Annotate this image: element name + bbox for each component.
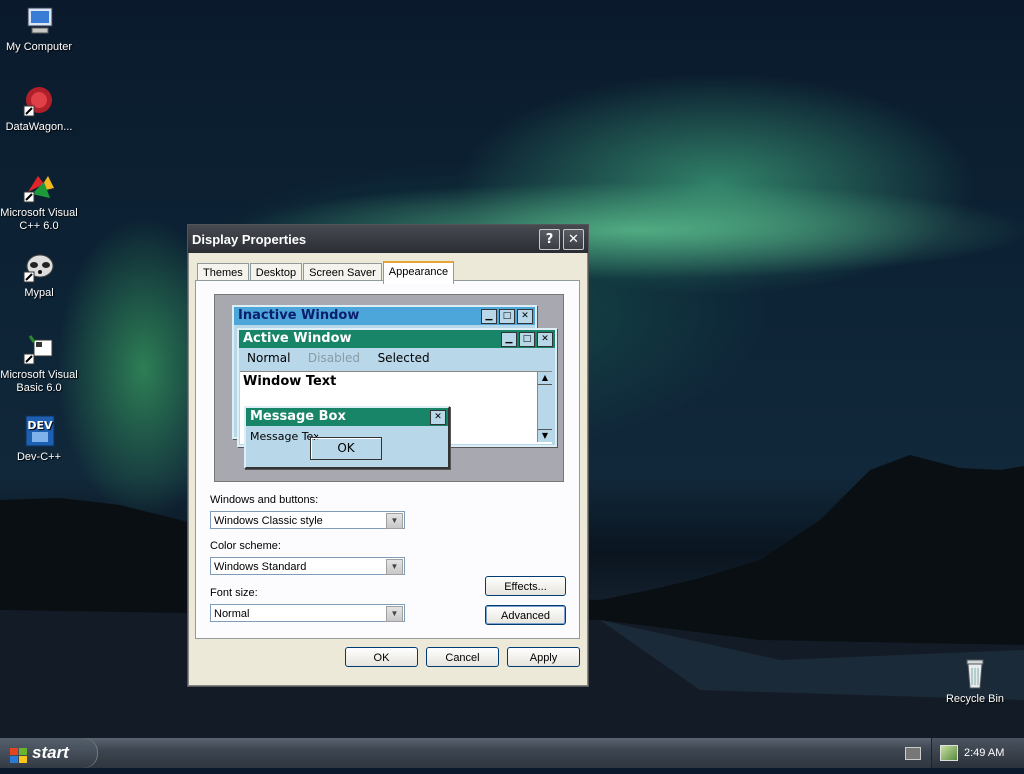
desktop-icon-recycle-bin[interactable]: Recycle Bin (936, 656, 1014, 706)
close-icon: ✕ (537, 331, 553, 347)
windows-buttons-label: Windows and buttons: (210, 494, 319, 506)
advanced-button[interactable]: Advanced (485, 605, 566, 625)
preview-inactive-titlebar: Inactive Window ▁ □ ✕ (234, 307, 535, 325)
preview-message-title: Message Box (250, 409, 346, 424)
minimize-icon: ▁ (481, 308, 497, 324)
appearance-panel: Inactive Window ▁ □ ✕ Active Window ▁ □ … (195, 280, 580, 639)
desktop-icon-label: Microsoft Visual Basic 6.0 (0, 369, 78, 394)
color-scheme-value: Windows Standard (214, 561, 307, 573)
preview-menu-normal: Normal (247, 351, 291, 365)
desktop-icon-visual-basic[interactable]: Microsoft Visual Basic 6.0 (0, 332, 78, 395)
preview-active-titlebar: Active Window ▁ □ ✕ (239, 330, 555, 348)
preview-active-buttons: ▁ □ ✕ (499, 330, 555, 348)
preview-menu-disabled: Disabled (307, 351, 361, 365)
chevron-down-icon[interactable]: ▼ (386, 606, 403, 622)
scroll-up-icon: ▲ (538, 372, 552, 385)
dev-glyph: DEV (27, 419, 53, 432)
minimize-icon: ▁ (501, 331, 517, 347)
desktop-icon-label: Mypal (24, 287, 54, 299)
font-size-label: Font size: (210, 587, 258, 599)
display-properties-window: Display Properties ? ✕ Themes Desktop Sc… (187, 224, 589, 687)
desktop-icon-visual-cpp[interactable]: Microsoft Visual C++ 6.0 (0, 170, 78, 233)
preview-inactive-buttons: ▁ □ ✕ (479, 307, 535, 325)
ok-button[interactable]: OK (345, 647, 418, 667)
window-title: Display Properties (192, 231, 307, 247)
tab-appearance[interactable]: Appearance (382, 261, 455, 284)
desktop-icon-label: Dev-C++ (16, 451, 62, 463)
color-scheme-label: Color scheme: (210, 540, 281, 552)
scroll-down-icon: ▼ (538, 429, 552, 442)
preview-window-text: Window Text (243, 374, 337, 389)
desktop-icon-label: Recycle Bin (945, 693, 1005, 705)
windows-buttons-value: Windows Classic style (214, 515, 323, 527)
visual-cpp-icon (22, 170, 56, 204)
desktop-icon-label: Microsoft Visual C++ 6.0 (0, 207, 78, 232)
preview-message-box: Message Box ✕ Message Text OK (244, 406, 450, 469)
preview-active-title: Active Window (243, 331, 352, 346)
title-bar[interactable]: Display Properties ? ✕ (188, 225, 588, 253)
apply-button[interactable]: Apply (507, 647, 580, 667)
effects-button[interactable]: Effects... (485, 576, 566, 596)
cancel-button[interactable]: Cancel (426, 647, 499, 667)
desktop-icon-mypal[interactable]: Mypal (0, 250, 78, 300)
datawagon-icon (22, 84, 56, 118)
keyboard-icon[interactable] (905, 747, 921, 760)
font-size-value: Normal (214, 608, 250, 620)
start-button[interactable]: start (0, 738, 98, 768)
chevron-down-icon[interactable]: ▼ (386, 513, 403, 529)
desktop-icon-my-computer[interactable]: My Computer (0, 4, 78, 54)
preview-scrollbar: ▲ ▼ (537, 372, 552, 442)
system-tray: 2:49 AM (931, 738, 1024, 768)
close-button[interactable]: ✕ (563, 228, 584, 250)
chevron-down-icon[interactable]: ▼ (386, 559, 403, 575)
network-icon[interactable] (940, 745, 958, 762)
windows-buttons-select[interactable]: Windows Classic style ▼ (210, 511, 405, 529)
close-icon: ✕ (517, 308, 533, 324)
preview-message-text: Message Text (250, 430, 318, 443)
close-icon: ✕ (430, 409, 446, 425)
visual-basic-icon (22, 332, 56, 366)
preview-message-buttons: ✕ (428, 408, 448, 426)
recycle-bin-icon (958, 656, 992, 690)
desktop-icon-label: My Computer (5, 41, 73, 53)
start-label: start (32, 743, 69, 762)
clock[interactable]: 2:49 AM (964, 747, 1004, 759)
preview-message-titlebar: Message Box ✕ (246, 408, 448, 426)
maximize-icon: □ (519, 331, 535, 347)
help-button[interactable]: ? (539, 228, 560, 250)
preview-menu-selected: Selected (377, 351, 430, 365)
taskbar: start 2:49 AM (0, 738, 1024, 768)
desktop-icon-dev-cpp[interactable]: DEV Dev-C++ (0, 414, 78, 464)
color-scheme-select[interactable]: Windows Standard ▼ (210, 557, 405, 575)
preview-ok-button: OK (310, 437, 382, 460)
mypal-icon (22, 250, 56, 284)
preview-inactive-title: Inactive Window (238, 308, 360, 323)
desktop-icon-label: DataWagon... (5, 121, 73, 133)
appearance-preview: Inactive Window ▁ □ ✕ Active Window ▁ □ … (214, 294, 564, 482)
windows-logo-icon (10, 744, 28, 763)
preview-menubar: Normal Disabled Selected (239, 348, 555, 369)
desktop-icon-datawagon[interactable]: DataWagon... (0, 84, 78, 134)
computer-icon (22, 4, 56, 38)
maximize-icon: □ (499, 308, 515, 324)
dev-cpp-icon: DEV (22, 414, 56, 448)
font-size-select[interactable]: Normal ▼ (210, 604, 405, 622)
